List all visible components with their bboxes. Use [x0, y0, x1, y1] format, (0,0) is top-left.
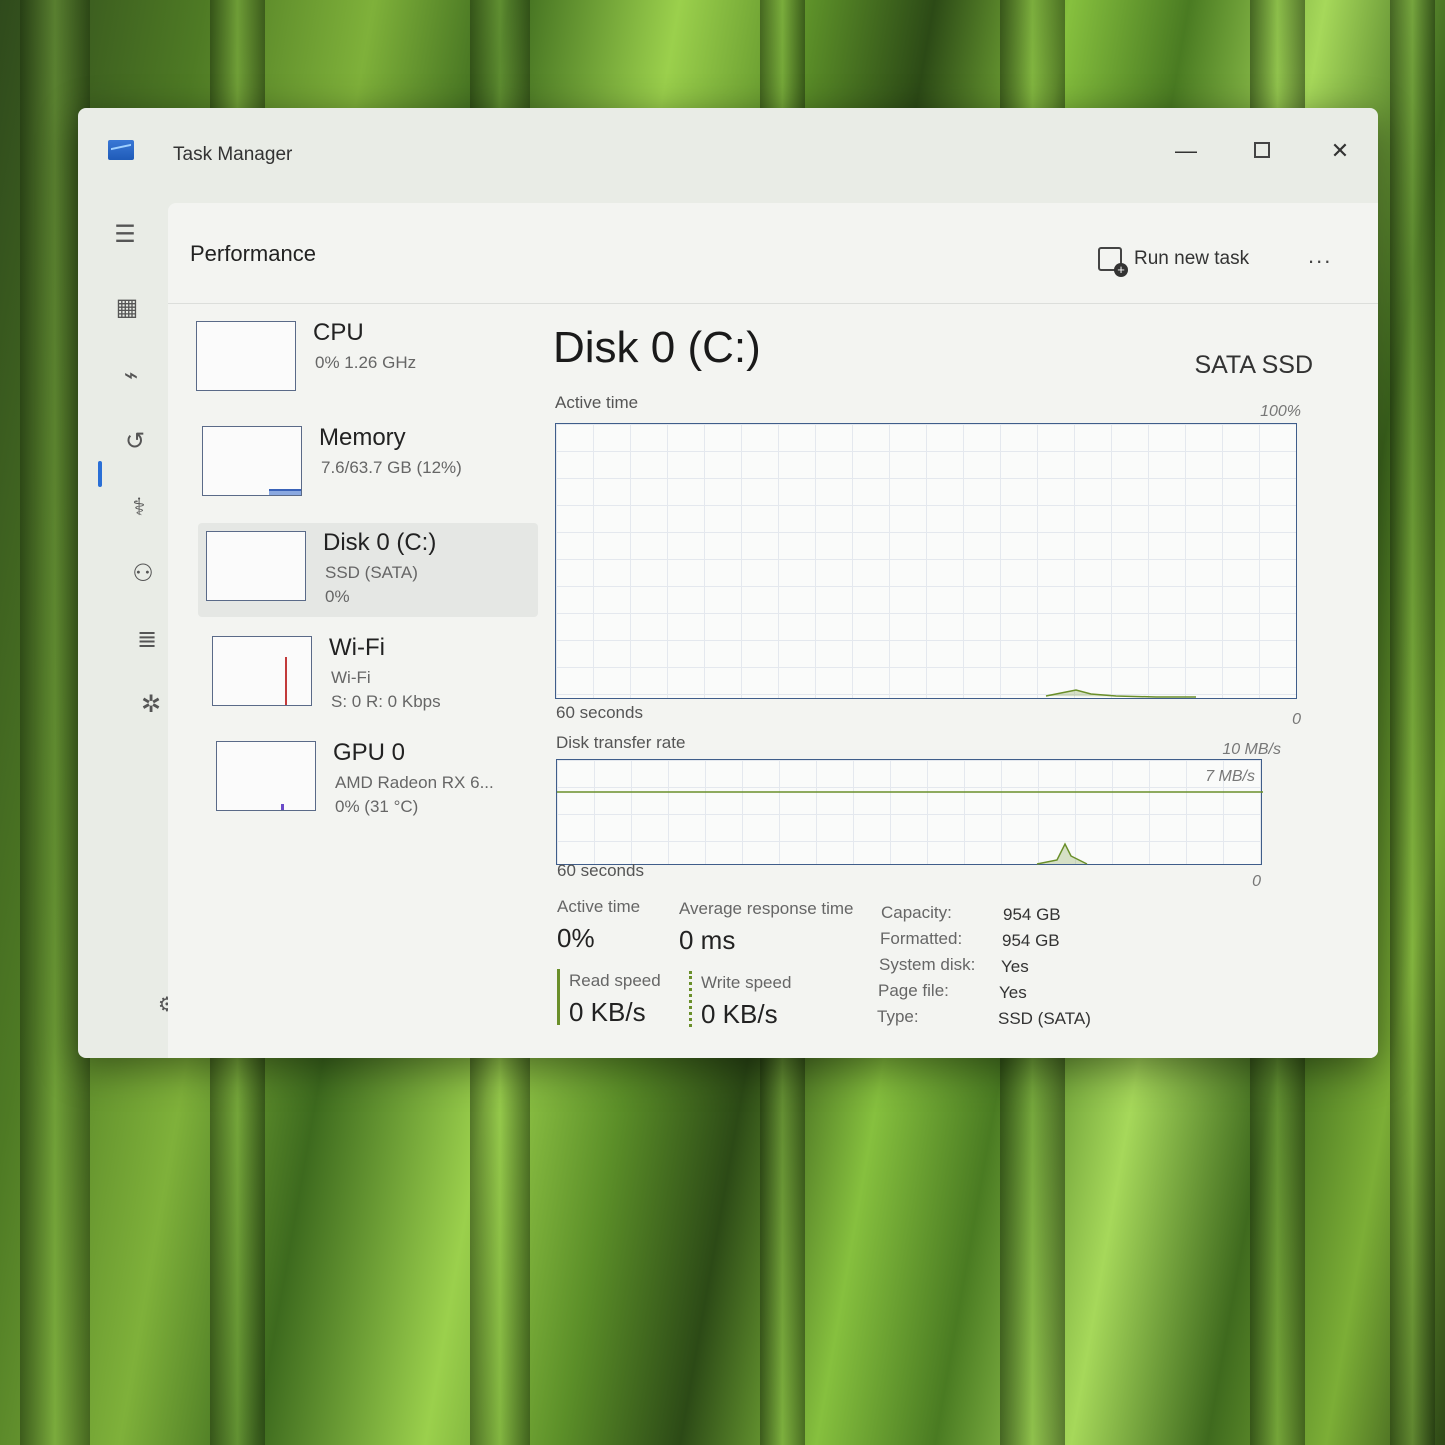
active-time-graph-label: Active time	[555, 393, 639, 412]
prop-value: Yes	[999, 983, 1027, 1002]
prop-value: Yes	[1001, 957, 1029, 976]
memory-usage-fill	[269, 489, 301, 495]
device-stat: 0% (31 °C)	[335, 797, 419, 816]
memory-thumbnail-graph	[202, 426, 302, 496]
close-icon: ✕	[1330, 138, 1350, 163]
active-time-graph	[555, 423, 1297, 699]
nav-details[interactable]: ≣	[130, 623, 164, 657]
active-time-stat-value: 0%	[557, 923, 595, 953]
disk-title: Disk 0 (C:)	[553, 323, 761, 372]
details-icon: ≣	[136, 626, 158, 653]
gpu-activity-spike	[281, 804, 284, 810]
device-item-gpu0[interactable]: GPU 0 AMD Radeon RX 6... 0% (31 °C)	[208, 733, 548, 827]
device-stat: 7.6/63.7 GB (12%)	[321, 458, 462, 477]
device-item-memory[interactable]: Memory 7.6/63.7 GB (12%)	[194, 418, 534, 512]
device-stat: 0%	[325, 587, 350, 606]
avg-response-stat-label: Average response time	[679, 899, 854, 918]
disk-type: SATA SSD	[1194, 351, 1313, 379]
active-time-line	[1045, 689, 1196, 698]
nav-rail: ☰ ▦ ⌁ ↺ ⚕ ⚇ ≣ ✲ ⚙	[78, 203, 176, 1058]
page-title: Performance	[190, 241, 316, 266]
device-item-wifi[interactable]: Wi-Fi Wi-Fi S: 0 R: 0 Kbps	[204, 628, 544, 722]
read-speed-value: 0 KB/s	[569, 997, 646, 1027]
run-task-icon	[1098, 247, 1128, 277]
window-title: Task Manager	[173, 144, 293, 165]
device-name: CPU	[313, 319, 364, 346]
disk-thumbnail-graph	[206, 531, 306, 601]
device-stat: S: 0 R: 0 Kbps	[331, 692, 441, 711]
active-time-stat-label: Active time	[557, 897, 641, 916]
minimize-icon: —	[1175, 138, 1197, 163]
transfer-rate-graph-svg	[557, 791, 1263, 865]
prop-key: Page file:	[878, 981, 949, 1000]
maximize-icon	[1254, 142, 1270, 158]
write-speed-label: Write speed	[701, 973, 792, 992]
device-stat: SSD (SATA)	[325, 563, 418, 582]
prop-value: 954 GB	[1002, 931, 1060, 950]
minimize-button[interactable]: —	[1166, 134, 1206, 168]
active-time-graph-min: 0	[1292, 711, 1301, 728]
startup-apps-icon: ⚕	[132, 494, 146, 521]
run-new-task-label: Run new task	[1134, 248, 1250, 269]
device-item-disk0[interactable]: Disk 0 (C:) SSD (SATA) 0%	[198, 523, 538, 617]
transfer-rate-graph: 7 MB/s	[556, 759, 1263, 865]
task-manager-app-icon	[108, 140, 134, 160]
maximize-button[interactable]	[1242, 134, 1282, 168]
active-time-graph-span: 60 seconds	[556, 703, 643, 722]
transfer-rate-line-label: 7 MB/s	[1205, 768, 1255, 785]
more-options-button[interactable]: ...	[1308, 243, 1332, 269]
transfer-rate-graph-span: 60 seconds	[557, 861, 644, 880]
prop-value: SSD (SATA)	[998, 1009, 1091, 1028]
run-new-task-button[interactable]: Run new task	[1098, 247, 1250, 277]
device-stat: 0% 1.26 GHz	[315, 353, 417, 372]
active-time-graph-max: 100%	[1260, 403, 1301, 420]
avg-response-stat-value: 0 ms	[679, 925, 736, 955]
nav-app-history[interactable]: ↺	[118, 425, 152, 459]
nav-active-indicator	[98, 461, 102, 487]
prop-value: 954 GB	[1003, 905, 1061, 924]
write-speed-value: 0 KB/s	[701, 999, 778, 1029]
app-history-icon: ↺	[124, 428, 146, 455]
device-name: Disk 0 (C:)	[323, 529, 437, 556]
transfer-rate-graph-label: Disk transfer rate	[556, 733, 686, 752]
device-item-cpu[interactable]: CPU 0% 1.26 GHz	[188, 313, 528, 407]
active-time-graph-svg	[1045, 689, 1196, 698]
transfer-rate-graph-min: 0	[1252, 873, 1261, 890]
nav-users[interactable]: ⚇	[126, 557, 160, 591]
users-icon: ⚇	[132, 560, 154, 587]
read-speed-indicator	[557, 969, 560, 1025]
prop-key: System disk:	[879, 955, 976, 974]
transfer-rate-line	[1036, 842, 1088, 865]
content-pane: Performance Run new task ... CPU 0% 1.26…	[168, 203, 1378, 1058]
task-manager-window: Task Manager — ✕ ☰ ▦ ⌁ ↺ ⚕ ⚇ ≣ ✲ ⚙ Perfo…	[78, 108, 1378, 1058]
performance-icon: ⌁	[123, 362, 139, 389]
menu-icon: ☰	[114, 221, 136, 248]
nav-processes[interactable]: ▦	[110, 291, 144, 325]
wifi-thumbnail-graph	[212, 636, 312, 706]
transfer-rate-graph-max: 10 MB/s	[1222, 741, 1281, 758]
device-name: Memory	[319, 424, 406, 451]
device-stat: Wi-Fi	[331, 668, 371, 687]
prop-key: Capacity:	[881, 903, 952, 922]
read-speed-label: Read speed	[569, 971, 661, 990]
prop-key: Type:	[877, 1007, 919, 1026]
close-button[interactable]: ✕	[1320, 134, 1360, 168]
cpu-thumbnail-graph	[196, 321, 296, 391]
header-divider	[168, 303, 1378, 304]
gpu-thumbnail-graph	[216, 741, 316, 811]
services-icon: ✲	[140, 691, 162, 718]
nav-startup-apps[interactable]: ⚕	[122, 491, 156, 525]
device-name: GPU 0	[333, 739, 406, 766]
title-bar: Task Manager — ✕	[78, 108, 1378, 203]
wifi-activity-spike	[285, 657, 287, 705]
processes-icon: ▦	[115, 294, 139, 321]
prop-key: Formatted:	[880, 929, 963, 948]
write-speed-indicator	[689, 971, 692, 1027]
nav-menu-button[interactable]: ☰	[108, 218, 142, 252]
nav-services[interactable]: ✲	[134, 688, 168, 722]
device-name: Wi-Fi	[329, 634, 385, 661]
device-stat: AMD Radeon RX 6...	[335, 773, 494, 792]
nav-performance[interactable]: ⌁	[114, 359, 148, 393]
